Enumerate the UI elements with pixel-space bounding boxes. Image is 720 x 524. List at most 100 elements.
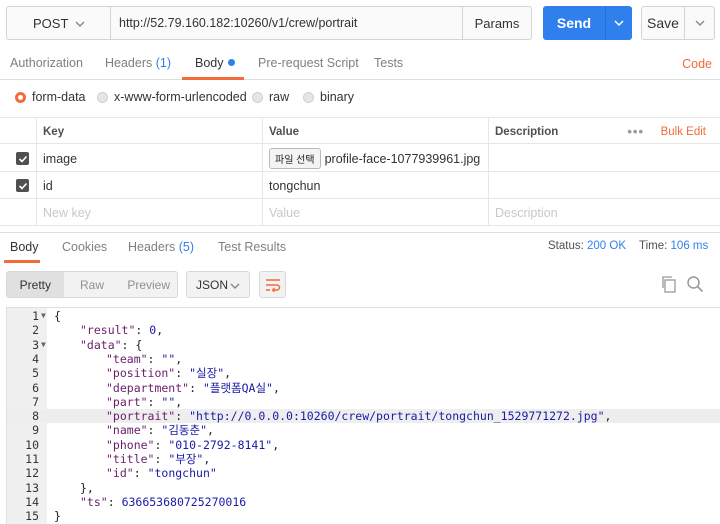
status-readout: Status: 200 OK — [548, 240, 626, 252]
description-cell[interactable] — [488, 145, 720, 172]
code-line: 12 "id": "tongchun" — [7, 466, 720, 480]
method-label: POST — [33, 15, 69, 31]
tab-pre-request-script[interactable]: Pre-request Script — [258, 56, 359, 70]
json-key: "phone" — [106, 437, 155, 452]
url-input[interactable]: http://52.79.160.182:10260/v1/crew/portr… — [110, 6, 462, 40]
json-value: "플랫폼QA실" — [202, 380, 273, 395]
wrap-lines-icon — [265, 278, 280, 292]
json-value: "부장" — [168, 452, 204, 466]
view-pretty-button[interactable]: Pretty — [7, 272, 64, 297]
line-number: 10 — [25, 437, 39, 452]
code-text: }, — [80, 480, 94, 495]
row-checkbox[interactable] — [16, 179, 29, 192]
status-value: 200 OK — [587, 240, 627, 252]
send-label: Send — [556, 15, 592, 31]
line-number: 5 — [32, 366, 39, 381]
url-text: http://52.79.160.182:10260/v1/crew/portr… — [119, 16, 358, 30]
json-value: "010-2792-8141" — [168, 437, 273, 452]
request-tabs: Authorization Headers (1) Body Pre-reque… — [0, 46, 720, 80]
code-line: 11 "title": "부장", — [7, 452, 720, 466]
fold-toggle-icon[interactable]: ▼ — [41, 309, 46, 323]
response-tab-cookies[interactable]: Cookies — [62, 240, 107, 254]
save-button[interactable]: Save — [641, 6, 685, 40]
code-line: 1 ▼ { — [7, 309, 720, 323]
format-select[interactable]: JSON — [186, 271, 250, 298]
table-row: image 파일 선택 profile-face-1077939961.jpg — [0, 145, 720, 172]
json-key: "ts" — [80, 494, 108, 509]
tab-body[interactable]: Body — [195, 56, 235, 70]
code-line: 15} — [7, 509, 720, 523]
row-checkbox[interactable] — [16, 152, 29, 165]
send-button[interactable]: Send — [543, 6, 605, 40]
method-select[interactable]: POST — [6, 6, 110, 40]
json-key: "position" — [106, 366, 176, 381]
value-cell[interactable]: tongchun — [262, 172, 488, 199]
code-link[interactable]: Code — [682, 57, 712, 71]
key-cell[interactable]: image — [36, 145, 262, 172]
send-options-button[interactable] — [605, 6, 632, 40]
description-cell[interactable] — [488, 172, 720, 199]
row-checkbox-cell — [0, 145, 36, 172]
radio-selected-icon — [15, 91, 26, 103]
code-line: 4 "team": "", — [7, 352, 720, 366]
new-key-input[interactable]: New key — [36, 199, 262, 226]
response-tab-body[interactable]: Body — [10, 240, 39, 254]
code-text: "id": "tongchun" — [106, 466, 217, 481]
response-tab-test-results[interactable]: Test Results — [218, 240, 286, 254]
new-value-input[interactable]: Value — [262, 199, 488, 226]
view-raw-button[interactable]: Raw — [64, 272, 121, 297]
radio-form-data[interactable]: form-data — [15, 90, 86, 104]
tab-authorization[interactable]: Authorization — [10, 56, 83, 70]
tab-headers-count: (1) — [155, 56, 172, 70]
bulk-edit-link[interactable]: Bulk Edit — [661, 126, 706, 138]
key-cell[interactable]: id — [36, 172, 262, 199]
format-label: JSON — [196, 277, 229, 292]
radio-raw[interactable]: raw — [252, 90, 289, 104]
radio-binary[interactable]: binary — [303, 90, 354, 104]
response-tabs: Body Cookies Headers (5) Test Results St… — [0, 232, 720, 263]
file-name-text: profile-face-1077939961.jpg — [324, 151, 481, 166]
wrap-lines-button[interactable] — [259, 271, 286, 298]
tab-headers[interactable]: Headers (1) — [105, 56, 171, 70]
tab-authorization-label: Authorization — [10, 56, 83, 70]
value-cell: 파일 선택 profile-face-1077939961.jpg — [262, 145, 488, 172]
response-body-viewer[interactable]: 1 ▼{2 "result": 0, 3 ▼ "data": {4 "team": "", 5… — [6, 307, 720, 524]
more-options-icon[interactable]: ••• — [627, 124, 644, 139]
line-number: 2 — [32, 323, 39, 338]
params-label: Params — [474, 15, 520, 31]
json-value: "" — [161, 394, 176, 409]
line-number: 4 — [32, 351, 39, 366]
line-number: 11 — [25, 452, 39, 466]
choose-file-button[interactable]: 파일 선택 — [269, 148, 321, 169]
time-value: 106 ms — [670, 240, 709, 252]
search-icon[interactable] — [686, 275, 704, 293]
copy-icon[interactable] — [660, 275, 678, 293]
code-line: 13}, — [7, 481, 720, 495]
radio-label: x-www-form-urlencoded — [114, 90, 247, 104]
line-number: 14 — [25, 494, 39, 509]
tab-tests[interactable]: Tests — [374, 56, 403, 70]
view-preview-button[interactable]: Preview — [120, 272, 177, 297]
radio-x-www-form-urlencoded[interactable]: x-www-form-urlencoded — [97, 90, 247, 104]
code-line: 5 "position": "실장", — [7, 366, 720, 380]
json-key: "team" — [106, 351, 148, 366]
code-text: "phone": "010-2792-8141", — [106, 437, 280, 452]
radio-empty-icon — [97, 91, 108, 103]
json-key: "id" — [106, 466, 134, 481]
line-number: 9 — [32, 423, 39, 438]
row-checkbox-cell — [0, 199, 36, 226]
fold-toggle-icon[interactable]: ▼ — [41, 338, 46, 352]
code-line: 6 "department": "플랫폼QA실", — [7, 381, 720, 395]
line-number: 6 — [32, 380, 39, 395]
new-description-input[interactable]: Description — [488, 199, 720, 226]
radio-label: binary — [320, 90, 355, 104]
radio-label: raw — [269, 90, 290, 104]
json-key: "title" — [106, 452, 155, 466]
save-label: Save — [647, 15, 679, 31]
code-text: "ts": 636653680725270016 — [80, 494, 247, 509]
tab-pre-request-label: Pre-request Script — [258, 56, 359, 70]
save-options-button[interactable] — [685, 6, 715, 40]
params-button[interactable]: Params — [462, 6, 532, 40]
response-tab-headers[interactable]: Headers (5) — [128, 240, 194, 254]
table-row: id tongchun — [0, 172, 720, 199]
